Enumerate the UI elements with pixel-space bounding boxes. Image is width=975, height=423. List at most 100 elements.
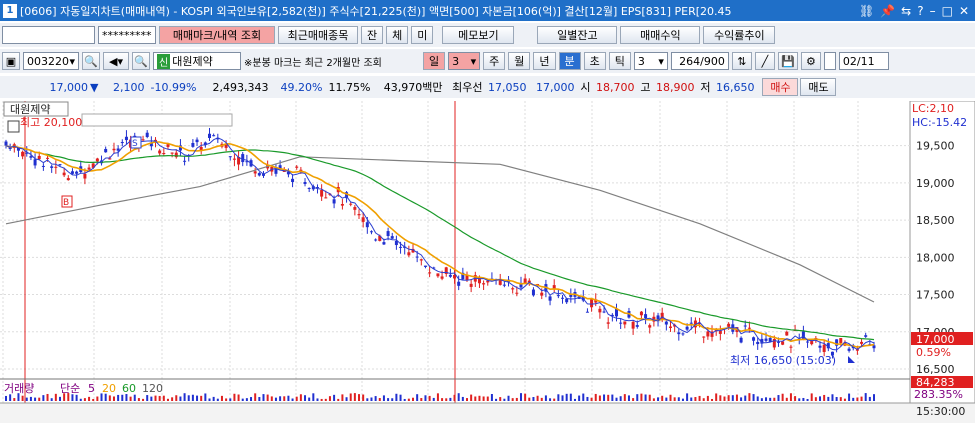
candle-body xyxy=(756,341,760,345)
execution-button[interactable]: 체 xyxy=(386,26,409,44)
price-pct: 0.59% xyxy=(916,346,951,359)
volume-bar xyxy=(569,393,572,401)
volume-bar xyxy=(627,395,630,401)
help-icon[interactable]: ? xyxy=(917,4,923,18)
maximize-icon[interactable]: □ xyxy=(942,4,953,18)
volume-bar xyxy=(465,398,468,401)
candle-body xyxy=(361,217,365,222)
high-note: 최고 20,100 xyxy=(20,116,82,129)
period-day-button[interactable]: 일 xyxy=(423,52,446,70)
volume-bar xyxy=(586,396,589,401)
candle-body xyxy=(453,274,457,279)
day-count-select[interactable]: 3 ▾ xyxy=(448,52,481,70)
close-icon[interactable]: ✕ xyxy=(959,4,969,18)
candle-body xyxy=(353,207,357,210)
volume-bar xyxy=(457,393,460,401)
candle-body xyxy=(21,151,25,157)
candle-body xyxy=(4,141,8,146)
minimize-icon[interactable]: – xyxy=(930,4,936,18)
save-icon[interactable]: 💾 xyxy=(777,52,798,70)
candle-body xyxy=(727,323,731,327)
volume-pct: 283.35% xyxy=(914,388,963,401)
volume-bar xyxy=(553,398,556,401)
price-chart[interactable]: 19,500 19,000 18,500 18,000 17,500 17,000 16,5… xyxy=(0,101,975,423)
candle-body xyxy=(635,325,639,327)
trade-mark-button[interactable]: 매매마크/내역 조회 xyxy=(159,26,275,44)
speaker-icon[interactable]: ◀▾ xyxy=(103,52,129,70)
recent-trade-button[interactable]: 최근매매종목 xyxy=(278,26,358,44)
volume-bar xyxy=(171,397,174,401)
period-month-button[interactable]: 월 xyxy=(508,52,531,70)
candle-body xyxy=(340,204,344,206)
volume-bar xyxy=(382,395,385,401)
date-checkbox[interactable] xyxy=(823,52,836,70)
vol-ma-20: 20 xyxy=(102,382,116,395)
volume-bar xyxy=(150,396,153,401)
candle-body xyxy=(407,252,411,256)
y-tick-label: 18,000 xyxy=(916,251,955,264)
candle-body xyxy=(423,265,427,267)
volume-bar xyxy=(362,394,365,401)
candle-body xyxy=(33,159,37,166)
candle-body xyxy=(872,345,876,349)
quote-bar: 17,000 ▼ 2,100 -10.99% 2,493,343 49.20% … xyxy=(0,76,975,98)
unfilled-button[interactable]: 미 xyxy=(411,26,434,44)
search-icon-2[interactable]: 🔍 xyxy=(132,52,150,70)
date-field[interactable]: 02/11 xyxy=(838,52,889,70)
candle-body xyxy=(386,231,390,236)
trade-profit-button[interactable]: 매매수익 xyxy=(620,26,701,44)
volume-bar xyxy=(731,395,734,401)
rate-trend-button[interactable]: 수익률추이 xyxy=(703,26,776,44)
volume-bar xyxy=(806,398,809,401)
candle-body xyxy=(228,156,232,158)
volume-bar xyxy=(79,398,82,401)
candle-body xyxy=(689,322,693,324)
account-input[interactable] xyxy=(2,26,95,44)
volume-bar xyxy=(58,396,61,401)
search-icon[interactable]: 🔍 xyxy=(82,52,100,70)
compare-icon[interactable]: ⇅ xyxy=(731,52,752,70)
candle-body xyxy=(590,299,594,308)
period-minute-button[interactable]: 분 xyxy=(558,52,581,70)
panel-icon[interactable]: ▣ xyxy=(2,52,20,70)
volume-bar xyxy=(698,395,701,401)
settings-icon[interactable]: ⚙ xyxy=(800,52,821,70)
candle-body xyxy=(436,273,440,277)
swap-icon[interactable]: ⇆ xyxy=(901,4,911,18)
candle-body xyxy=(324,197,328,199)
volume-bar xyxy=(67,393,70,401)
link-icon[interactable]: ⛓ xyxy=(859,4,874,18)
memo-button[interactable]: 메모보기 xyxy=(442,26,515,44)
password-input[interactable]: ********* xyxy=(98,26,156,44)
candle-body xyxy=(307,187,311,189)
candle-body xyxy=(806,341,810,343)
period-week-button[interactable]: 주 xyxy=(483,52,506,70)
volume-bar xyxy=(287,395,290,401)
period-second-button[interactable]: 초 xyxy=(583,52,606,70)
volume-bar xyxy=(702,398,705,401)
volume-bar xyxy=(88,396,91,401)
draw-icon[interactable]: ╱ xyxy=(754,52,775,70)
buy-button[interactable]: 매수 xyxy=(762,78,799,96)
code-input[interactable]: 003220 ▾ xyxy=(23,52,79,70)
sell-button[interactable]: 매도 xyxy=(800,78,837,96)
volume-bar xyxy=(416,394,419,401)
interval-select[interactable]: 3 ▾ xyxy=(633,52,668,70)
volume-bar xyxy=(843,398,846,401)
period-tick-button[interactable]: 틱 xyxy=(608,52,631,70)
count-field[interactable]: 264/900 xyxy=(670,52,729,70)
daily-balance-button[interactable]: 일별잔고 xyxy=(537,26,618,44)
volume-bar xyxy=(295,396,298,401)
candle-body xyxy=(702,336,706,338)
candle-body xyxy=(565,298,569,303)
price-tag: 17,000 xyxy=(916,333,955,346)
candle-body xyxy=(556,295,560,297)
y-tick-label: 19,000 xyxy=(916,177,955,190)
volume-bar xyxy=(378,398,381,401)
candle-body xyxy=(116,148,120,151)
volume-bar xyxy=(71,394,74,401)
pin-icon[interactable]: 📌 xyxy=(880,4,895,18)
period-year-button[interactable]: 년 xyxy=(533,52,556,70)
candle-body xyxy=(482,283,486,285)
balance-button[interactable]: 잔 xyxy=(361,26,384,44)
